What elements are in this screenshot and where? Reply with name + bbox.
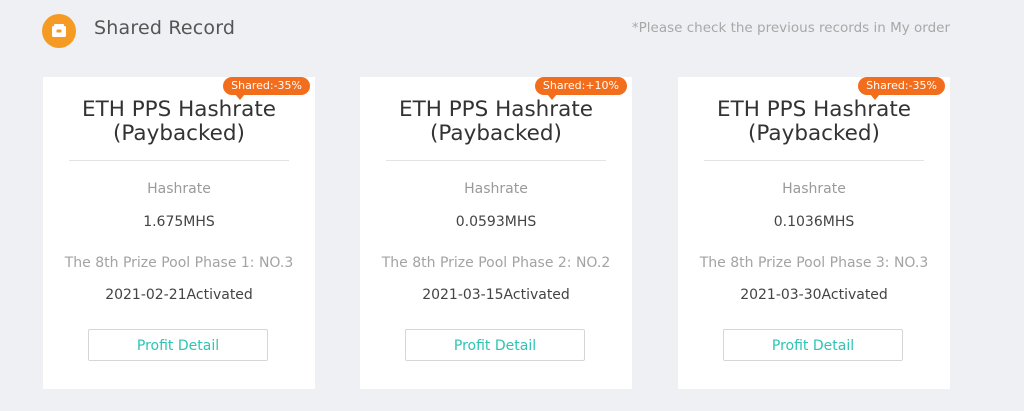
card-divider [69,160,289,161]
prize-pool-text: The 8th Prize Pool Phase 2: NO.2 [381,255,611,271]
profit-detail-button[interactable]: Profit Detail [405,329,585,361]
page-header: Shared Record *Please check the previous… [0,0,1024,62]
shared-badge: Shared:-35% [858,77,945,100]
shared-badge: Shared:+10% [534,77,627,100]
record-card: Shared:+10% ETH PPS Hashrate (Paybacked)… [360,77,632,389]
shared-badge: Shared:-35% [223,77,310,100]
card-title-line1: ETH PPS Hashrate [82,97,276,122]
activated-date: 2021-03-30Activated [740,287,888,303]
wallet-icon [42,14,76,48]
hashrate-value: 0.1036MHS [773,214,855,230]
hashrate-label: Hashrate [464,181,528,197]
card-title-line2: (Paybacked) [430,121,562,146]
profit-detail-button[interactable]: Profit Detail [88,329,268,361]
records-note: *Please check the previous records in My… [631,20,950,36]
hashrate-label: Hashrate [147,181,211,197]
card-divider [704,160,924,161]
record-card: Shared:-35% ETH PPS Hashrate (Paybacked)… [678,77,950,389]
card-title-line2: (Paybacked) [113,121,245,146]
profit-detail-button[interactable]: Profit Detail [723,329,903,361]
hashrate-label: Hashrate [782,181,846,197]
card-title: ETH PPS Hashrate (Paybacked) [678,98,950,146]
card-title: ETH PPS Hashrate (Paybacked) [360,98,632,146]
activated-date: 2021-03-15Activated [422,287,570,303]
card-title: ETH PPS Hashrate (Paybacked) [43,98,315,146]
page-title: Shared Record [94,17,236,39]
hashrate-value: 1.675MHS [143,214,215,230]
card-title-line1: ETH PPS Hashrate [717,97,911,122]
shared-badge-label: Shared:-35% [866,79,937,92]
shared-badge-label: Shared:+10% [542,79,619,92]
prize-pool-text: The 8th Prize Pool Phase 1: NO.3 [64,255,294,271]
shared-badge-label: Shared:-35% [231,79,302,92]
card-divider [386,160,606,161]
prize-pool-text: The 8th Prize Pool Phase 3: NO.3 [699,255,929,271]
activated-date: 2021-02-21Activated [105,287,253,303]
record-card: Shared:-35% ETH PPS Hashrate (Paybacked)… [43,77,315,389]
hashrate-value: 0.0593MHS [455,214,537,230]
card-title-line2: (Paybacked) [748,121,880,146]
card-title-line1: ETH PPS Hashrate [399,97,593,122]
